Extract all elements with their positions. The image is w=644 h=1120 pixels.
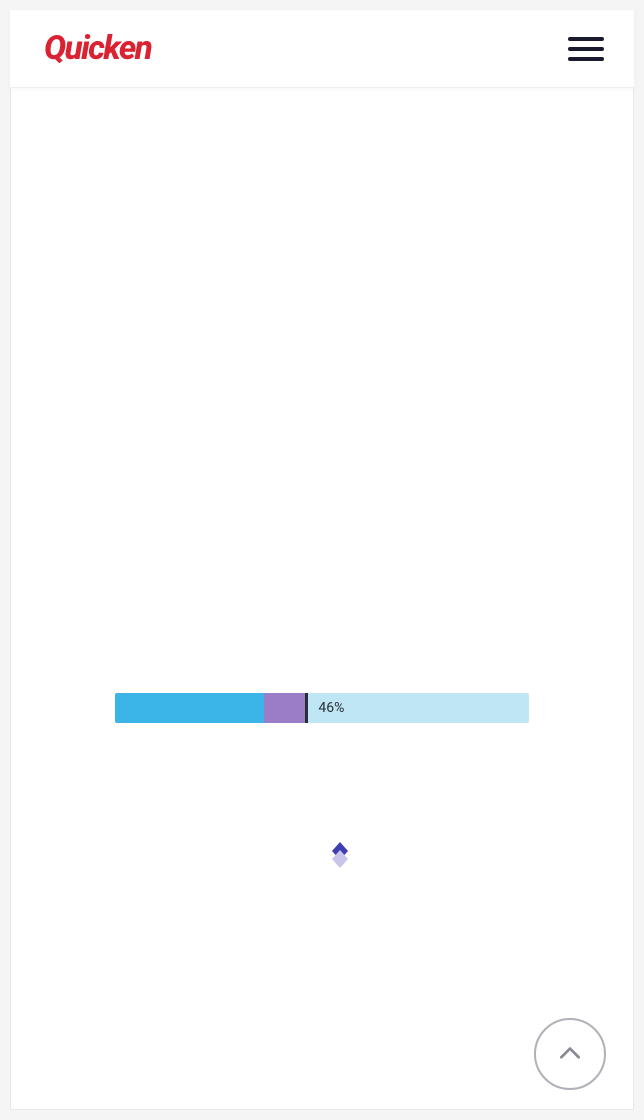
menu-icon[interactable]	[568, 37, 604, 61]
progress-bar-row: 46%	[115, 693, 529, 723]
savings-progress-bar: 46%	[115, 693, 529, 723]
chevron-up-icon	[557, 1041, 583, 1067]
segment-available	[115, 693, 264, 723]
segment-spent	[264, 693, 305, 723]
back-to-top-button[interactable]	[534, 1018, 606, 1090]
segment-left-to-save: 46%	[308, 693, 529, 723]
quicken-logo[interactable]: Quicken	[44, 29, 151, 68]
percent-label: 46%	[318, 700, 344, 716]
simplifi-mark-icon	[326, 840, 354, 868]
site-header: Quicken	[10, 10, 634, 88]
